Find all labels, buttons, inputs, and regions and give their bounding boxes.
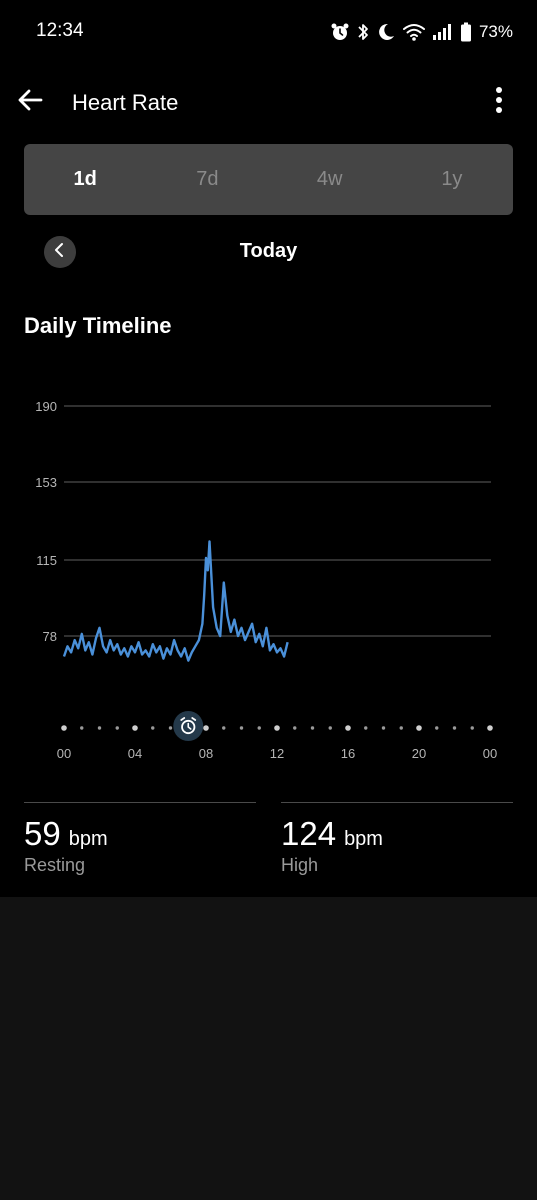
y-tick-label: 190 xyxy=(35,399,57,414)
tab-1y[interactable]: 1y xyxy=(391,144,513,215)
more-options-button[interactable] xyxy=(491,86,507,118)
app-bar: Heart Rate xyxy=(0,70,537,134)
x-tick-label: 00 xyxy=(483,746,497,761)
timeline-dot xyxy=(97,726,102,730)
timeline-dot xyxy=(222,726,226,730)
status-bar: 12:34 73% xyxy=(0,0,537,64)
stat-divider xyxy=(281,802,513,803)
arrow-left-icon xyxy=(16,86,44,119)
y-tick-label: 153 xyxy=(35,475,57,490)
stat-divider xyxy=(24,802,256,803)
more-vertical-icon xyxy=(495,86,503,119)
timeline-dot xyxy=(257,726,261,730)
tab-4w[interactable]: 4w xyxy=(269,144,391,215)
timeline-major-dot xyxy=(487,725,493,731)
high-label: High xyxy=(281,855,319,875)
timeline-dot xyxy=(310,726,315,730)
wake-alarm-marker[interactable] xyxy=(173,711,204,741)
timeline-dot xyxy=(364,726,368,730)
timeline-dot xyxy=(452,726,457,730)
x-tick-label: 04 xyxy=(128,746,142,761)
resting-label: Resting xyxy=(24,855,86,875)
battery-icon xyxy=(460,22,472,42)
bluetooth-icon xyxy=(356,22,370,42)
resting-value-row: 59 bpm xyxy=(24,815,256,853)
timeline-dot xyxy=(115,726,119,730)
tab-7d[interactable]: 7d xyxy=(146,144,268,215)
heart-rate-chart: 190 153 115 78 00 04 08 12 16 20 00 xyxy=(35,399,497,761)
timeline-dot xyxy=(168,726,173,730)
high-value: 124 xyxy=(281,815,337,852)
status-icons: 73% xyxy=(330,18,513,46)
resting-unit: bpm xyxy=(68,828,108,850)
back-button[interactable] xyxy=(14,86,46,118)
empty-bottom-area xyxy=(0,897,537,1200)
period-label: Today xyxy=(239,240,298,262)
high-unit: bpm xyxy=(344,828,383,850)
resting-stat: 59 bpm Resting xyxy=(24,802,256,876)
timeline-major-dot xyxy=(203,725,209,731)
wifi-icon xyxy=(402,22,426,42)
x-tick-label: 08 xyxy=(199,746,213,761)
period-nav: Today xyxy=(0,226,537,278)
signal-icon xyxy=(432,22,454,42)
resting-value: 59 xyxy=(24,815,61,852)
timeline-dot xyxy=(381,726,386,730)
timeline-dot xyxy=(239,726,244,730)
alarm-icon xyxy=(330,22,350,42)
timeline-dot xyxy=(151,726,155,730)
battery-percent: 73% xyxy=(478,22,513,41)
x-tick-label: 00 xyxy=(57,746,71,761)
do-not-disturb-moon-icon xyxy=(376,22,396,42)
marker-layer xyxy=(173,711,204,741)
y-tick-label: 115 xyxy=(36,553,57,568)
timeline-major-dot xyxy=(416,725,422,731)
timeline-dot xyxy=(399,726,403,730)
app-screen: 12:34 73% Heart Rate 1d 7d 4w 1y Today D… xyxy=(0,0,537,897)
x-tick-label: 16 xyxy=(341,746,355,761)
x-tick-label: 20 xyxy=(412,746,426,761)
grid-layer: 190 153 115 78 xyxy=(35,399,491,644)
timeline-dot xyxy=(470,726,474,730)
range-tabs: 1d 7d 4w 1y xyxy=(24,144,513,215)
timeline-dot xyxy=(293,726,297,730)
section-title: Daily Timeline xyxy=(24,313,172,338)
timeline-major-dot xyxy=(132,725,138,731)
timeline-major-dot xyxy=(345,725,351,731)
timeline-dot xyxy=(328,726,332,730)
tab-1d[interactable]: 1d xyxy=(24,144,146,215)
timeline-dots xyxy=(61,725,493,731)
high-value-row: 124 bpm xyxy=(281,815,513,853)
y-tick-label: 78 xyxy=(43,629,57,644)
timeline-major-dot xyxy=(274,725,280,731)
x-tick-label: 12 xyxy=(270,746,284,761)
line-layer xyxy=(62,540,289,662)
page-title: Heart Rate xyxy=(72,90,179,115)
heart-rate-line xyxy=(62,540,289,662)
high-stat: 124 bpm High xyxy=(281,802,513,876)
status-time: 12:34 xyxy=(36,20,84,41)
timeline-major-dot xyxy=(61,725,67,731)
timeline-dot xyxy=(435,726,439,730)
timeline-dot xyxy=(80,726,84,730)
x-axis-labels: 00 04 08 12 16 20 00 xyxy=(57,746,497,761)
